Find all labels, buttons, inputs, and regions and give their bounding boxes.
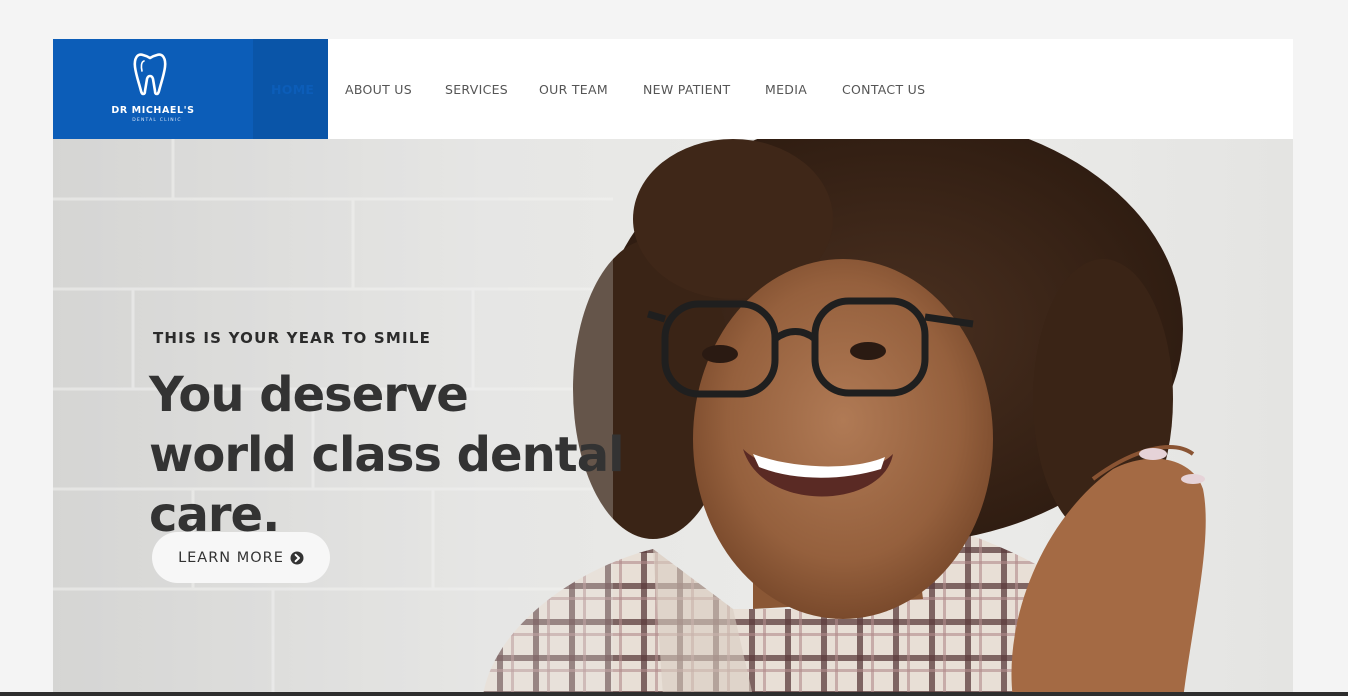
hero-section: THIS IS YOUR YEAR TO SMILE You deserve w…: [53, 139, 1293, 696]
page: DR MICHAEL'S DENTAL CLINIC HOME ABOUT US…: [0, 0, 1348, 696]
window-bottom-edge: [0, 692, 1348, 696]
brand-name: DR MICHAEL'S: [111, 105, 195, 116]
nav-item-contact-us[interactable]: CONTACT US: [842, 82, 925, 97]
nav-item-new-patient[interactable]: NEW PATIENT: [643, 82, 730, 97]
hero-headline: You deserve world class dental care.: [149, 367, 625, 543]
nav-item-media[interactable]: MEDIA: [765, 82, 807, 97]
nav-item-services[interactable]: SERVICES: [445, 82, 508, 97]
nav-item-our-team[interactable]: OUR TEAM: [539, 82, 608, 97]
site-header: DR MICHAEL'S DENTAL CLINIC HOME ABOUT US…: [53, 39, 1293, 139]
hero-eyebrow: THIS IS YOUR YEAR TO SMILE: [153, 329, 432, 347]
brand-tagline: DENTAL CLINIC: [132, 118, 182, 123]
nav-item-about-us[interactable]: ABOUT US: [345, 82, 412, 97]
nav-item-home[interactable]: HOME: [271, 82, 314, 97]
chevron-circle-right-icon: [290, 551, 304, 564]
learn-more-button[interactable]: LEARN MORE: [152, 532, 330, 583]
site-container: DR MICHAEL'S DENTAL CLINIC HOME ABOUT US…: [53, 39, 1293, 696]
learn-more-label: LEARN MORE: [178, 549, 284, 566]
